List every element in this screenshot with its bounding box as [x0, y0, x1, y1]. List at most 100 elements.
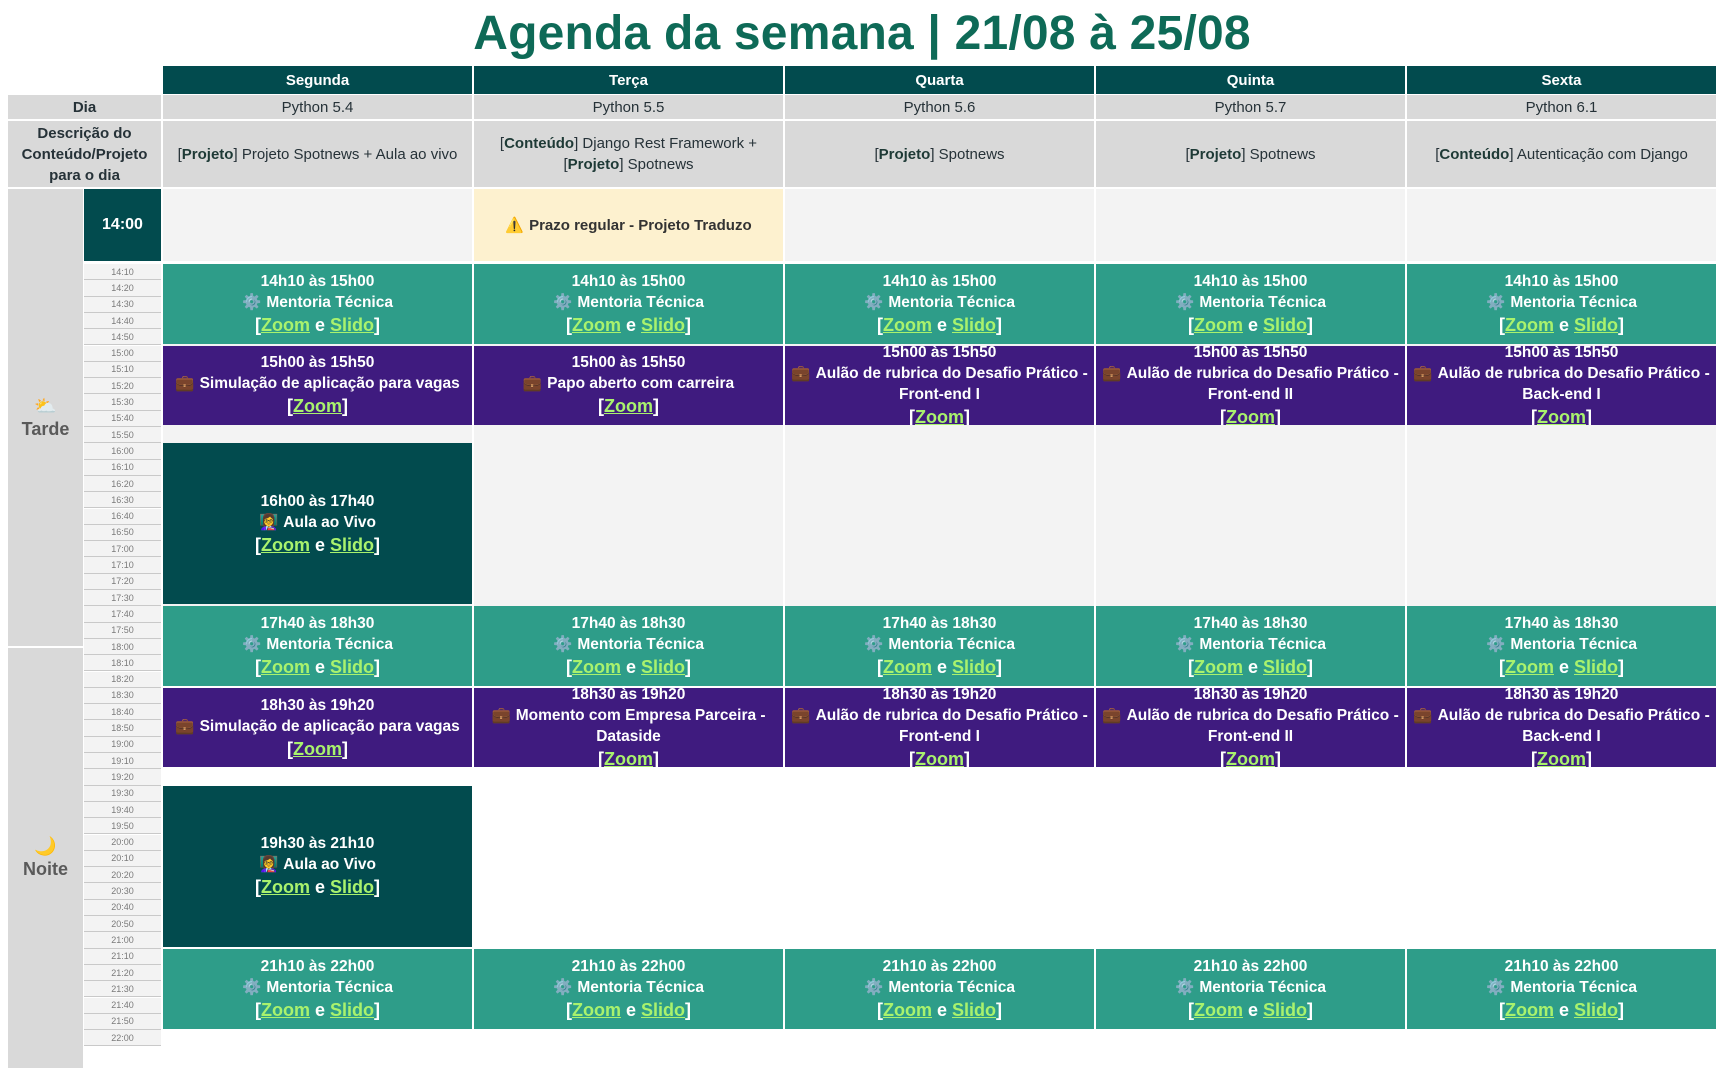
zoom-link[interactable]: Zoom	[1226, 749, 1275, 767]
event-title: ⚙️ Mentoria Técnica	[864, 978, 1015, 996]
zoom-link[interactable]: Zoom	[261, 315, 310, 335]
time-tick: 21:20	[84, 964, 161, 982]
time-tick: 21:30	[84, 981, 161, 998]
time-tick: 16:30	[84, 492, 161, 509]
empty-slot	[1407, 189, 1716, 261]
event-time: 15h00 às 15h50	[882, 345, 997, 361]
zoom-link[interactable]: Zoom	[1194, 1000, 1243, 1020]
zoom-link[interactable]: Zoom	[1537, 749, 1586, 767]
event-time: 16h00 às 17h40	[260, 492, 375, 510]
time-tick: 15:20	[84, 378, 161, 395]
event-title: 💼 Momento com Empresa Parceira - Dataside	[491, 707, 766, 746]
zoom-link[interactable]: Zoom	[1194, 315, 1243, 335]
event-block: 18h30 às 19h20 💼 Simulação de aplicação pa…	[163, 687, 472, 768]
time-tick: 19:50	[84, 818, 161, 835]
event-block: 18h30 às 19h20 💼 Aulão de rubrica do Desaf…	[785, 687, 1094, 768]
slido-link[interactable]: Slido	[641, 315, 685, 335]
event-links: [Zoom]	[287, 396, 348, 417]
zoom-link[interactable]: Zoom	[572, 657, 621, 677]
event-icon: ⚙️	[1486, 293, 1506, 311]
zoom-link[interactable]: Zoom	[1194, 657, 1243, 677]
zoom-link[interactable]: Zoom	[261, 535, 310, 555]
time-tick: 19:00	[84, 736, 161, 753]
description-tag: Conteúdo	[504, 135, 575, 152]
slido-link[interactable]: Slido	[330, 877, 374, 897]
event-title: ⚙️ Mentoria Técnica	[1486, 293, 1637, 311]
slido-link[interactable]: Slido	[1263, 1000, 1307, 1020]
zoom-link[interactable]: Zoom	[1505, 315, 1554, 335]
period-label: Noite	[23, 859, 68, 879]
zoom-link[interactable]: Zoom	[883, 315, 932, 335]
zoom-link[interactable]: Zoom	[1505, 1000, 1554, 1020]
description-line: [Projeto] Spotnews	[874, 145, 1005, 163]
event-icon: ⚙️	[864, 636, 884, 654]
event-block: 18h30 às 19h20 💼 Aulão de rubrica do Desaf…	[1096, 687, 1405, 768]
event-icon: ⚙️	[242, 978, 262, 996]
zoom-link[interactable]: Zoom	[883, 657, 932, 677]
slido-link[interactable]: Slido	[952, 657, 996, 677]
event-time: 21h10 às 22h00	[1193, 957, 1308, 975]
event-title: ⚙️ Mentoria Técnica	[864, 293, 1015, 311]
description-tag: Projeto	[1189, 145, 1242, 163]
zoom-link[interactable]: Zoom	[293, 396, 342, 416]
slido-link[interactable]: Slido	[1263, 657, 1307, 677]
zoom-link[interactable]: Zoom	[293, 739, 342, 759]
time-tick: 17:50	[84, 622, 161, 639]
time-label: 14:00	[102, 216, 143, 233]
zoom-link[interactable]: Zoom	[261, 877, 310, 897]
event-title: 💼 Papo aberto com carreira	[522, 375, 735, 393]
slido-link[interactable]: Slido	[330, 535, 374, 555]
event-block: 15h00 às 15h50 💼 Simulação de aplicação pa…	[163, 345, 472, 425]
dia-value: Python 5.4	[281, 98, 354, 116]
slido-link[interactable]: Slido	[1574, 315, 1618, 335]
event-block: 14h10 às 15h00 ⚙️ Mentoria Técnica [Zoom e …	[1096, 264, 1405, 344]
event-time: 17h40 às 18h30	[882, 615, 997, 633]
time-tick: 14:50	[84, 329, 161, 346]
zoom-link[interactable]: Zoom	[915, 749, 964, 767]
slido-link[interactable]: Slido	[1574, 1000, 1618, 1020]
time-tick: 15:50	[84, 427, 161, 444]
dia-cell-qua: Python 5.6	[785, 95, 1094, 119]
event-links: [Zoom e Slido]	[254, 657, 380, 678]
slido-link[interactable]: Slido	[330, 315, 374, 335]
event-time: 14h10 às 15h00	[260, 272, 375, 290]
zoom-link[interactable]: Zoom	[883, 1000, 932, 1020]
description-tag: Projeto	[878, 145, 931, 163]
zoom-link[interactable]: Zoom	[1505, 657, 1554, 677]
zoom-link[interactable]: Zoom	[604, 396, 653, 416]
slido-link[interactable]: Slido	[330, 1000, 374, 1020]
zoom-link[interactable]: Zoom	[915, 407, 964, 425]
event-icon: ⚙️	[1486, 978, 1506, 996]
zoom-link[interactable]: Zoom	[261, 1000, 310, 1020]
event-links: [Zoom e Slido]	[1187, 657, 1313, 678]
slido-link[interactable]: Slido	[330, 657, 374, 677]
slido-link[interactable]: Slido	[952, 1000, 996, 1020]
event-block: 17h40 às 18h30 ⚙️ Mentoria Técnica [Zoom e …	[163, 606, 472, 686]
day-label: Terça	[609, 71, 648, 89]
event-links: [Zoom e Slido]	[254, 877, 380, 898]
slido-link[interactable]: Slido	[641, 657, 685, 677]
event-time: 21h10 às 22h00	[1504, 957, 1619, 975]
zoom-link[interactable]: Zoom	[1537, 407, 1586, 425]
description-line: [Projeto] Spotnews	[1185, 145, 1316, 163]
time-cell-1400: 14:00	[84, 189, 161, 261]
event-icon: ⚙️	[1175, 978, 1195, 996]
partly-cloudy-icon: ⛅	[34, 395, 57, 416]
event-links: [Zoom e Slido]	[565, 314, 691, 335]
event-title: 💼 Aulão de rubrica do Desafio Prático - F…	[1102, 707, 1399, 746]
zoom-link[interactable]: Zoom	[1226, 407, 1275, 425]
zoom-link[interactable]: Zoom	[572, 1000, 621, 1020]
zoom-link[interactable]: Zoom	[261, 657, 310, 677]
event-time: 14h10 às 15h00	[882, 272, 997, 290]
slido-link[interactable]: Slido	[1263, 315, 1307, 335]
time-tick: 17:40	[84, 606, 161, 623]
deadline-cell: ⚠️ Prazo regular - Projeto Traduzo	[474, 189, 783, 261]
zoom-link[interactable]: Zoom	[604, 749, 653, 767]
slido-link[interactable]: Slido	[641, 1000, 685, 1020]
event-time: 19h30 às 21h10	[260, 835, 375, 853]
slido-link[interactable]: Slido	[1574, 657, 1618, 677]
event-title: 💼 Simulação de aplicação para vagas	[175, 375, 460, 393]
zoom-link[interactable]: Zoom	[572, 315, 621, 335]
event-title: ⚙️ Mentoria Técnica	[1486, 978, 1637, 996]
slido-link[interactable]: Slido	[952, 315, 996, 335]
